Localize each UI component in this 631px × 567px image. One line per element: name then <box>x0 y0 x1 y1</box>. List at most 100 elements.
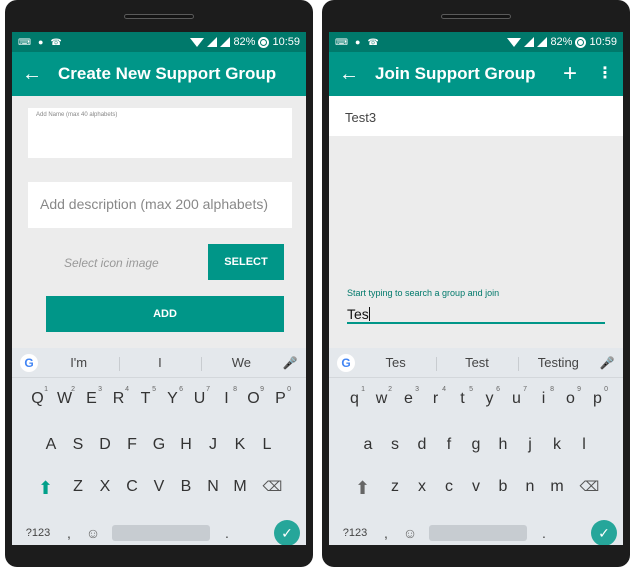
key[interactable]: k <box>544 436 571 454</box>
key[interactable]: s <box>382 436 409 454</box>
suggestion-strip: G Tes Test Testing 🎤 <box>329 348 623 378</box>
key[interactable]: S <box>65 436 92 454</box>
suggestion-2[interactable]: I <box>119 355 200 371</box>
backspace-icon[interactable]: ⌫ <box>254 478 292 499</box>
space-bar[interactable] <box>429 525 527 541</box>
key[interactable]: E3 <box>78 386 105 408</box>
key[interactable]: V <box>146 478 173 499</box>
key[interactable]: C <box>119 478 146 499</box>
key[interactable]: n <box>517 478 544 499</box>
key[interactable]: o9 <box>557 386 584 408</box>
key[interactable]: c <box>436 478 463 499</box>
key-digit-hint: 0 <box>604 386 608 393</box>
key[interactable]: T5 <box>132 386 159 408</box>
key[interactable]: a <box>355 436 382 454</box>
select-icon-button[interactable]: SELECT <box>208 244 284 280</box>
key[interactable]: b <box>490 478 517 499</box>
suggestion-2[interactable]: Test <box>436 355 517 371</box>
key[interactable]: t5 <box>449 386 476 408</box>
key[interactable]: j <box>517 436 544 454</box>
shift-icon[interactable]: ⬆ <box>344 478 382 499</box>
key[interactable]: J <box>200 436 227 454</box>
back-arrow-icon[interactable]: ← <box>22 64 50 84</box>
group-list-item[interactable]: Test3 <box>329 96 623 136</box>
search-input[interactable]: Tes <box>347 302 605 324</box>
key-row-1: q1 w2 e3 r4 t5 y6 u7 i8 o9 p0 <box>329 386 623 408</box>
add-group-button[interactable]: ADD <box>46 296 284 332</box>
backspace-icon[interactable]: ⌫ <box>571 478 609 499</box>
key[interactable]: q1 <box>341 386 368 408</box>
suggestion-1[interactable]: I'm <box>38 355 119 370</box>
key[interactable]: M <box>227 478 254 499</box>
key[interactable]: y6 <box>476 386 503 408</box>
key[interactable]: Y6 <box>159 386 186 408</box>
google-g-icon[interactable]: G <box>20 353 38 372</box>
key[interactable]: f <box>436 436 463 454</box>
group-description-field[interactable]: Add description (max 200 alphabets) <box>28 182 292 228</box>
key-digit-hint: 7 <box>206 386 210 393</box>
key[interactable]: z <box>382 478 409 499</box>
key[interactable]: A <box>38 436 65 454</box>
key[interactable]: N <box>200 478 227 499</box>
google-g-icon[interactable]: G <box>337 353 355 372</box>
back-arrow-icon[interactable]: ← <box>339 64 367 84</box>
key-row-2: A S D F G H J K L <box>12 436 306 454</box>
key[interactable]: u7 <box>503 386 530 408</box>
key[interactable]: B <box>173 478 200 499</box>
key[interactable]: Z <box>65 478 92 499</box>
key[interactable]: r4 <box>422 386 449 408</box>
key[interactable]: G <box>146 436 173 454</box>
suggestion-1[interactable]: Tes <box>355 355 436 370</box>
shift-icon[interactable]: ⬆ <box>27 478 65 499</box>
search-input-value: Tes <box>347 306 369 322</box>
key[interactable]: I8 <box>213 386 240 408</box>
overflow-menu-icon[interactable]: ⋮ <box>597 66 613 82</box>
key[interactable]: W2 <box>51 386 78 408</box>
clock: 10:59 <box>589 36 617 48</box>
app-bar: ← Create New Support Group <box>12 52 306 96</box>
key[interactable]: i8 <box>530 386 557 408</box>
symbols-key[interactable]: ?123 <box>335 527 375 539</box>
symbols-key[interactable]: ?123 <box>18 527 58 539</box>
key[interactable]: P0 <box>267 386 294 408</box>
page-title: Create New Support Group <box>58 64 277 83</box>
key[interactable]: U7 <box>186 386 213 408</box>
space-bar[interactable] <box>112 525 210 541</box>
microphone-icon[interactable]: 🎤 <box>599 356 615 370</box>
microphone-icon[interactable]: 🎤 <box>282 356 298 370</box>
key[interactable]: g <box>463 436 490 454</box>
key[interactable]: X <box>92 478 119 499</box>
key[interactable]: D <box>92 436 119 454</box>
key[interactable]: H <box>173 436 200 454</box>
comma-key[interactable]: , <box>375 525 397 541</box>
key[interactable]: L <box>254 436 281 454</box>
group-name-field[interactable]: Add Name (max 40 alphabets) <box>28 108 292 158</box>
comma-key[interactable]: , <box>58 525 80 541</box>
check-icon[interactable]: ✓ <box>274 520 300 545</box>
emoji-icon[interactable]: ☺ <box>80 525 106 541</box>
key[interactable]: w2 <box>368 386 395 408</box>
join-group-content: Test3 Start typing to search a group and… <box>329 96 623 348</box>
add-icon[interactable]: + <box>563 62 577 86</box>
suggestion-3[interactable]: Testing <box>517 355 599 371</box>
key[interactable]: e3 <box>395 386 422 408</box>
key[interactable]: h <box>490 436 517 454</box>
key[interactable]: l <box>571 436 598 454</box>
suggestion-3[interactable]: We <box>200 355 282 371</box>
check-icon[interactable]: ✓ <box>591 520 617 545</box>
emoji-icon[interactable]: ☺ <box>397 525 423 541</box>
key[interactable]: d <box>409 436 436 454</box>
key[interactable]: O9 <box>240 386 267 408</box>
key[interactable]: x <box>409 478 436 499</box>
key[interactable]: p0 <box>584 386 611 408</box>
key[interactable]: K <box>227 436 254 454</box>
key[interactable]: Q1 <box>24 386 51 408</box>
key[interactable]: v <box>463 478 490 499</box>
key-row-2: a s d f g h j k l <box>329 436 623 454</box>
key[interactable]: m <box>544 478 571 499</box>
key[interactable]: F <box>119 436 146 454</box>
period-key[interactable]: . <box>533 525 555 541</box>
period-key[interactable]: . <box>216 525 238 541</box>
speaker-grille <box>441 14 511 19</box>
key[interactable]: R4 <box>105 386 132 408</box>
